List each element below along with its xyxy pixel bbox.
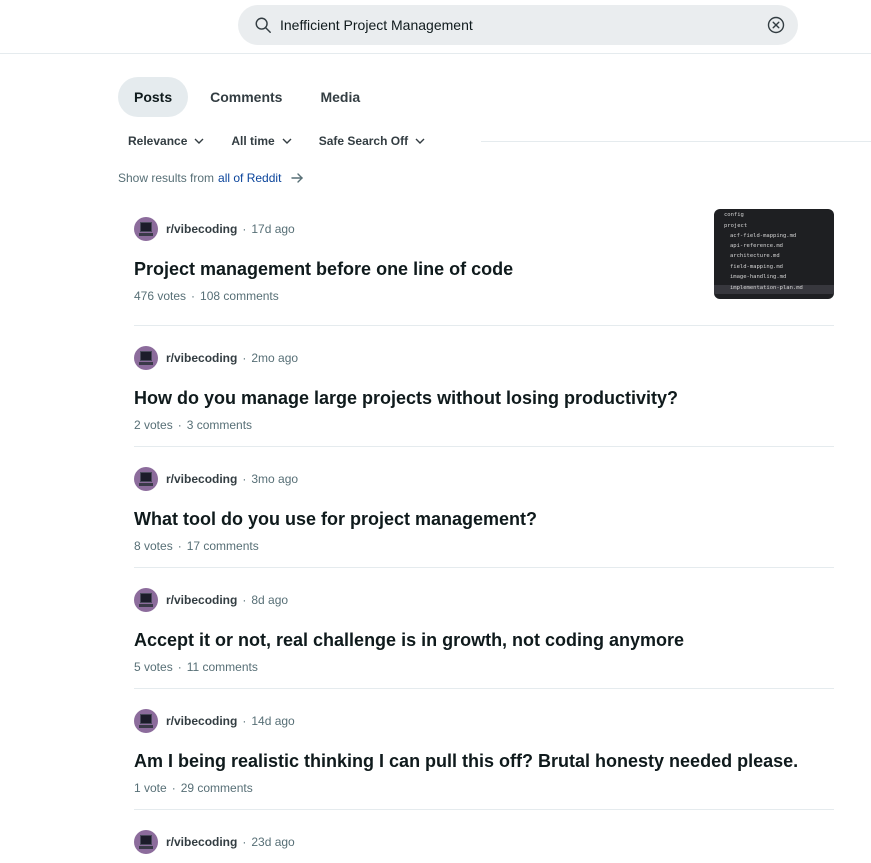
meta-separator: · xyxy=(242,714,247,728)
post-age: 3mo ago xyxy=(251,472,299,486)
vote-count: 5 votes xyxy=(134,660,173,674)
meta-separator: · xyxy=(242,351,247,365)
post-meta: r/vibecoding · 2mo ago xyxy=(134,346,298,370)
tab-media[interactable]: Media xyxy=(304,77,376,117)
vote-count: 476 votes xyxy=(134,289,187,303)
show-results-scope: Show results from all of Reddit xyxy=(118,168,305,188)
post-meta: r/vibecoding · 23d ago xyxy=(134,830,295,854)
meta-separator: · xyxy=(242,835,247,849)
comment-count: 17 comments xyxy=(186,539,259,553)
thumbnail-line: implementation-plan.md xyxy=(730,285,803,291)
search-input[interactable] xyxy=(280,5,750,45)
filter-label: Safe Search Off xyxy=(318,134,409,148)
meta-separator: · xyxy=(242,222,247,236)
clear-circle-x-icon[interactable] xyxy=(766,15,786,35)
subreddit-avatar[interactable] xyxy=(134,588,158,612)
post-divider xyxy=(134,688,834,689)
stats-separator: · xyxy=(177,418,182,432)
comment-count: 11 comments xyxy=(186,660,258,674)
post-meta: r/vibecoding · 17d ago xyxy=(134,217,295,241)
post-age: 8d ago xyxy=(251,593,289,607)
chevron-down-icon xyxy=(194,138,204,144)
post-title[interactable]: How do you manage large projects without… xyxy=(134,388,678,409)
post-age: 14d ago xyxy=(251,714,295,728)
subreddit-avatar[interactable] xyxy=(134,467,158,491)
subreddit-avatar[interactable] xyxy=(134,346,158,370)
subreddit-avatar[interactable] xyxy=(134,709,158,733)
post-thumbnail[interactable]: config project acf-field-mapping.md api-… xyxy=(714,209,834,299)
comment-count: 108 comments xyxy=(200,289,279,303)
subreddit-link[interactable]: r/vibecoding xyxy=(166,222,237,236)
post-divider xyxy=(134,325,834,326)
subreddit-avatar[interactable] xyxy=(134,217,158,241)
filter-label: Relevance xyxy=(128,134,188,148)
search-icon xyxy=(255,17,271,33)
subreddit-link[interactable]: r/vibecoding xyxy=(166,351,237,365)
thumbnail-line: field-mapping.md xyxy=(730,264,783,270)
vote-count: 1 vote xyxy=(134,781,167,795)
post-meta: r/vibecoding · 14d ago xyxy=(134,709,295,733)
post-meta: r/vibecoding · 8d ago xyxy=(134,588,288,612)
filter-divider xyxy=(481,141,871,142)
subreddit-link[interactable]: r/vibecoding xyxy=(166,593,237,607)
post-age: 23d ago xyxy=(251,835,295,849)
post-title[interactable]: Project management before one line of co… xyxy=(134,259,513,280)
search-result-post[interactable]: r/vibecoding · 23d ago xyxy=(134,830,834,863)
chevron-down-icon xyxy=(415,138,425,144)
time-range-dropdown[interactable]: All time xyxy=(221,128,302,154)
subreddit-link[interactable]: r/vibecoding xyxy=(166,714,237,728)
post-title[interactable]: What tool do you use for project managem… xyxy=(134,509,537,530)
comment-count: 29 comments xyxy=(180,781,253,795)
stats-separator: · xyxy=(177,539,182,553)
top-bar xyxy=(0,0,871,54)
arrow-right-icon[interactable] xyxy=(289,170,305,186)
subreddit-avatar[interactable] xyxy=(134,830,158,854)
stats-separator: · xyxy=(191,289,196,303)
thumbnail-line: project xyxy=(724,223,748,229)
post-stats: 5 votes · 11 comments xyxy=(134,660,258,674)
search-bar[interactable] xyxy=(238,5,798,45)
filter-label: All time xyxy=(231,134,275,148)
stats-separator: · xyxy=(177,660,182,674)
post-divider xyxy=(134,567,834,568)
post-stats: 8 votes · 17 comments xyxy=(134,539,259,553)
tab-comments[interactable]: Comments xyxy=(194,77,298,117)
thumbnail-line: api-reference.md xyxy=(730,243,783,249)
subreddit-link[interactable]: r/vibecoding xyxy=(166,472,237,486)
thumbnail-line: acf-field-mapping.md xyxy=(730,233,797,239)
subreddit-link[interactable]: r/vibecoding xyxy=(166,835,237,849)
post-divider xyxy=(134,446,834,447)
thumbnail-line: config xyxy=(724,212,744,218)
vote-count: 2 votes xyxy=(134,418,173,432)
meta-separator: · xyxy=(242,593,247,607)
post-stats: 2 votes · 3 comments xyxy=(134,418,252,432)
post-title[interactable]: Am I being realistic thinking I can pull… xyxy=(134,751,798,772)
filter-bar: Relevance All time Safe Search Off xyxy=(118,128,442,154)
post-divider xyxy=(134,809,834,810)
post-stats: 1 vote · 29 comments xyxy=(134,781,253,795)
post-age: 2mo ago xyxy=(251,351,299,365)
show-results-prefix: Show results from xyxy=(118,171,215,185)
all-of-reddit-link[interactable]: all of Reddit xyxy=(218,171,281,185)
result-type-tabs: Posts Comments Media xyxy=(118,77,382,117)
post-stats: 476 votes · 108 comments xyxy=(134,289,279,303)
chevron-down-icon xyxy=(282,138,292,144)
thumbnail-line: image-handling.md xyxy=(730,274,787,280)
tab-posts[interactable]: Posts xyxy=(118,77,189,117)
vote-count: 8 votes xyxy=(134,539,173,553)
sort-relevance-dropdown[interactable]: Relevance xyxy=(118,128,215,154)
comment-count: 3 comments xyxy=(186,418,253,432)
thumbnail-line: architecture.md xyxy=(730,253,780,259)
meta-separator: · xyxy=(242,472,247,486)
stats-separator: · xyxy=(171,781,176,795)
safe-search-dropdown[interactable]: Safe Search Off xyxy=(309,128,436,154)
post-title[interactable]: Accept it or not, real challenge is in g… xyxy=(134,630,684,651)
post-age: 17d ago xyxy=(251,222,295,236)
post-meta: r/vibecoding · 3mo ago xyxy=(134,467,298,491)
